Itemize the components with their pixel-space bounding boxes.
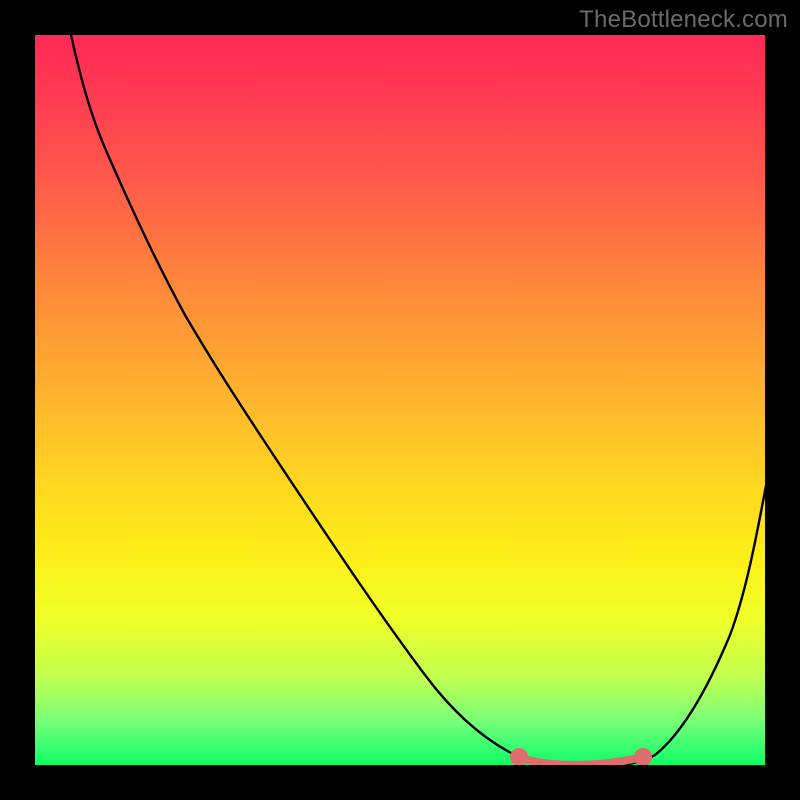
curve-layer: [35, 35, 765, 765]
watermark-text: TheBottleneck.com: [579, 6, 788, 34]
chart-stage: TheBottleneck.com: [0, 0, 800, 800]
plot-area: [35, 35, 765, 765]
highlight-flat-region: [514, 752, 648, 765]
bottleneck-curve: [71, 35, 765, 765]
